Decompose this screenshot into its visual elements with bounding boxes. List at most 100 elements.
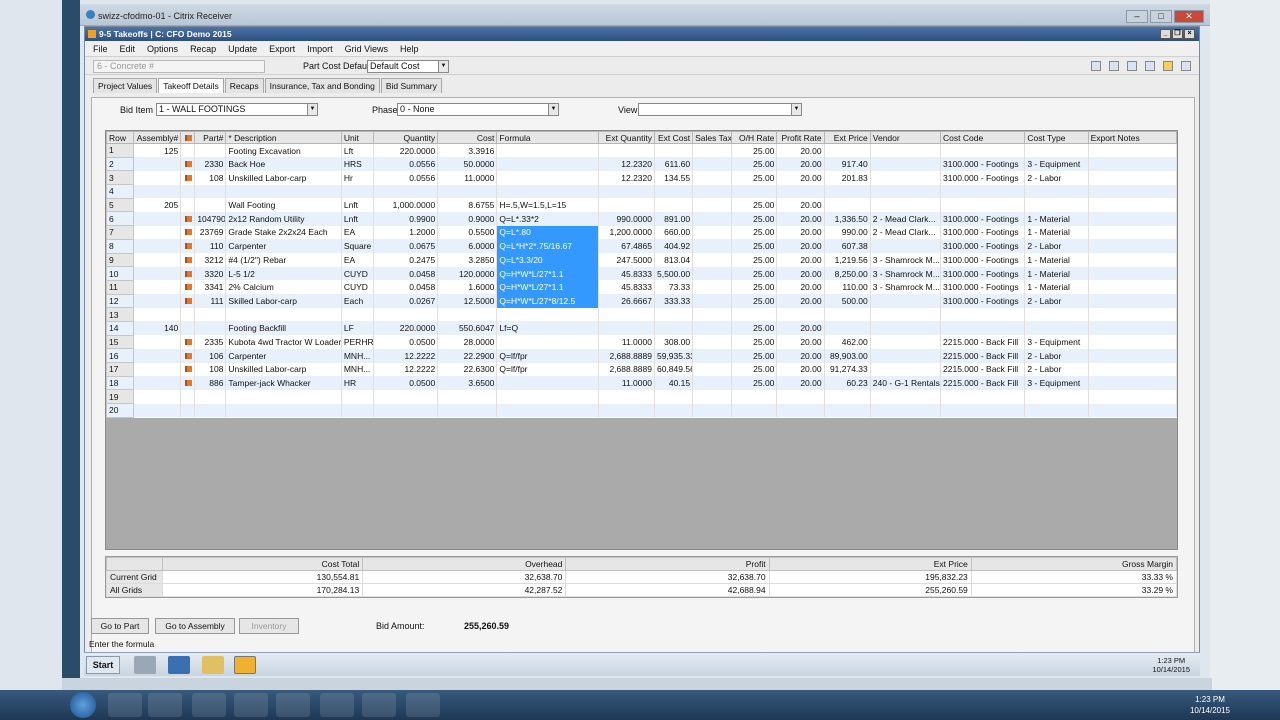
grid-cell[interactable]: 25.00 [731,294,778,308]
grid-cell[interactable]: 2 - Labor [1024,294,1089,308]
grid-cell[interactable]: 3 - Shamrock M... [870,266,942,281]
grid-cell[interactable] [870,143,942,158]
grid-cell[interactable]: 108 [194,170,227,185]
close-button[interactable]: ✕ [1174,10,1204,23]
column-header[interactable]: Cost Code [940,131,1026,144]
grid-cell[interactable]: Kubota 4wd Tractor W Loader [225,335,342,349]
grid-cell[interactable] [180,376,196,390]
grid-cell[interactable]: 140 [133,321,182,336]
grid-cell[interactable] [225,307,342,322]
grid-cell[interactable]: 25.00 [731,266,778,281]
table-row[interactable]: 19 [106,389,1177,405]
grid-cell[interactable] [692,389,733,404]
grid-cell[interactable]: 3.6500 [437,376,498,390]
grid-cell[interactable] [870,403,942,418]
app-titlebar[interactable]: 9-5 Takeoffs | C: CFO Demo 2015 _ ❐ × [85,27,1199,41]
grid-cell[interactable]: 25.00 [731,362,778,377]
grid-cell[interactable]: 25.00 [731,335,778,349]
grid-cell[interactable] [1088,143,1177,158]
menu-item-import[interactable]: Import [307,44,333,54]
grid-cell[interactable] [194,307,227,322]
grid-cell[interactable]: 59,935.33 [654,348,694,363]
grid-cell[interactable] [824,403,871,418]
grid-cell[interactable] [692,335,733,349]
settings-icon[interactable] [1181,61,1191,71]
column-header[interactable]: Part# [194,131,227,144]
view-select[interactable]: ▼ [638,103,802,116]
grid-cell[interactable] [692,362,733,377]
grid-cell[interactable] [1024,184,1089,199]
grid-cell[interactable]: 20.00 [776,362,825,377]
grid-cell[interactable] [133,184,182,199]
outlook-icon[interactable] [276,693,310,717]
grid-cell[interactable]: 25.00 [731,376,778,390]
grid-cell[interactable] [692,376,733,390]
grid-cell[interactable]: 110 [194,239,227,253]
grid-cell[interactable] [692,211,733,226]
grid-cell[interactable] [133,348,182,363]
grid-cell[interactable]: 2,688.8889 [598,362,655,377]
grid-cell[interactable] [731,403,778,418]
grid-cell[interactable]: 25.00 [731,239,778,253]
grid-cell[interactable]: 108 [194,362,227,377]
chrome-icon[interactable] [192,693,226,717]
grid-cell[interactable] [692,348,733,363]
grid-cell[interactable] [133,239,182,253]
grid-cell[interactable] [824,307,871,322]
attach-icon[interactable] [1145,61,1155,71]
grid-cell[interactable] [1088,376,1177,390]
grid-cell[interactable] [692,280,733,295]
menu-item-update[interactable]: Update [228,44,257,54]
go-to-part-button[interactable]: Go to Part [91,618,149,634]
grid-cell[interactable]: Q=H*W*L/27*1.1 [496,266,599,281]
grid-cell[interactable] [692,294,733,308]
grid-cell[interactable]: 25.00 [731,225,778,240]
grid-cell[interactable] [373,307,439,322]
grid-cell[interactable]: 20.00 [776,143,825,158]
grid-cell[interactable] [692,266,733,281]
grid-cell[interactable] [1088,157,1177,171]
grid-cell[interactable] [870,321,942,336]
column-header[interactable]: Formula [496,131,599,144]
grid-cell[interactable]: 11.0000 [598,376,655,390]
grid-cell[interactable] [133,266,182,281]
grid-cell[interactable] [225,403,342,418]
grid-cell[interactable]: 45.8333 [598,266,655,281]
column-header[interactable]: Unit [340,131,374,144]
grid-cell[interactable]: 3100.000 - Footings [940,211,1026,226]
grid-cell[interactable]: Back Hoe [225,157,342,171]
grid-cell[interactable]: Tamper-jack Whacker [225,376,342,390]
grid-cell[interactable] [180,321,196,336]
grid-cell[interactable]: 813.04 [654,253,694,267]
grid-cell[interactable]: 1 - Material [1024,266,1089,281]
grid-cell[interactable]: 2,688.8889 [598,348,655,363]
grid-cell[interactable] [824,321,871,336]
grid-cell[interactable] [870,239,942,253]
grid-cell[interactable] [180,389,196,404]
grid-cell[interactable] [1024,143,1089,158]
grid-cell[interactable]: 2 - Labor [1024,170,1089,185]
column-header[interactable] [180,131,196,144]
grid-cell[interactable]: Lf=Q [496,321,599,336]
grid-cell[interactable] [1088,170,1177,185]
grid-cell[interactable]: 20.00 [776,170,825,185]
grid-cell[interactable]: 2 - Labor [1024,362,1089,377]
table-row[interactable]: 17 108 Unskilled Labor-carp MNH... 12.2222 22… [106,362,1177,377]
grid-cell[interactable]: 611.60 [654,157,694,171]
grid-cell[interactable] [1088,211,1177,226]
grid-cell[interactable]: HR [341,376,374,390]
grid-cell[interactable]: Lft [341,143,374,158]
grid-cell[interactable]: 45.8333 [598,280,655,295]
grid-cell[interactable] [870,198,942,212]
column-header[interactable]: Ext Price [823,131,871,144]
grid-cell[interactable]: Q=lf/fpr [496,362,599,377]
table-row[interactable]: 5 205 Wall Footing Lnft 1,000.0000 8.6755 H=.5… [106,197,1177,213]
grid-cell[interactable]: 0.0458 [373,280,439,295]
grid-cell[interactable] [870,348,942,363]
grid-cell[interactable]: #4 (1/2") Rebar [225,253,342,267]
grid-cell[interactable]: MNH... [341,362,374,377]
citrix-receiver-icon[interactable] [406,693,440,717]
grid-cell[interactable]: Unskilled Labor-carp [225,362,342,377]
grid-cell[interactable] [940,307,1026,322]
grid-cell[interactable] [824,143,871,158]
